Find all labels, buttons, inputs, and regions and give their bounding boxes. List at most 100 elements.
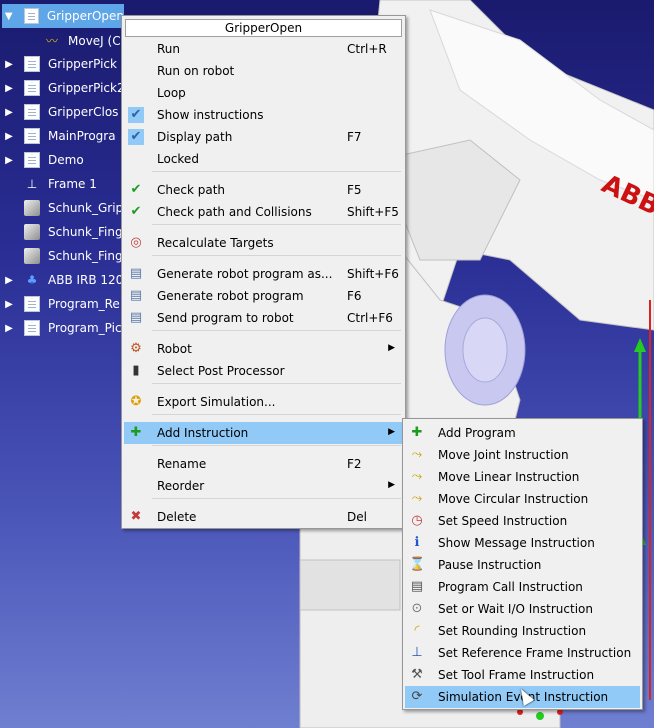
- tree-item[interactable]: ⊥ Frame 1: [2, 172, 97, 196]
- tree-item-label: GripperPick: [48, 57, 117, 71]
- tree-item-label: Schunk_Fing: [48, 225, 123, 239]
- menu-item-shortcut: Del: [347, 510, 367, 524]
- menu-item-shortcut: Ctrl+R: [347, 42, 387, 56]
- tree-item[interactable]: ▶ GripperPick2: [2, 76, 125, 100]
- menu-item-label: Run: [157, 42, 181, 56]
- menu-item-generate-robot-program[interactable]: ▤ Generate robot program F6: [124, 285, 403, 307]
- expand-arrow-icon[interactable]: ▶: [4, 323, 14, 334]
- menu-item-label: Check path and Collisions: [157, 205, 312, 219]
- menu-item-run[interactable]: Run Ctrl+R: [124, 38, 403, 60]
- submenu-item-set-tool-frame-instruction[interactable]: ⚒ Set Tool Frame Instruction: [405, 664, 640, 686]
- submenu-item-label: Set Speed Instruction: [438, 514, 568, 528]
- expand-arrow-icon[interactable]: ▶: [4, 107, 14, 118]
- menu-item-label: Rename: [157, 457, 207, 471]
- submenu-arrow-icon: ▶: [388, 427, 395, 437]
- submenu-item-label: Set Rounding Instruction: [438, 624, 587, 638]
- submenu-item-program-call-instruction[interactable]: ▤ Program Call Instruction: [405, 576, 640, 598]
- tree-item-label: ABB IRB 120: [48, 273, 124, 287]
- move-circular-icon: ⤳: [411, 491, 423, 506]
- tree-item[interactable]: ▶ Program_Re: [2, 292, 120, 316]
- green-plus-icon: ✚: [130, 425, 142, 440]
- menu-separator: [152, 330, 401, 331]
- menu-item-display-path[interactable]: ✔ Display path F7: [124, 126, 403, 148]
- menu-item-loop[interactable]: Loop: [124, 82, 403, 104]
- menu-separator: [152, 171, 401, 172]
- tree-item[interactable]: ▶ Program_Pic: [2, 316, 122, 340]
- menu-item-rename[interactable]: Rename F2: [124, 453, 403, 475]
- expand-arrow-icon[interactable]: ▶: [4, 83, 14, 94]
- submenu-item-label: Move Joint Instruction: [438, 448, 569, 462]
- tree-item[interactable]: ▶ Demo: [2, 148, 84, 172]
- tree-item[interactable]: ▶ GripperPick: [2, 52, 117, 76]
- submenu-item-set-speed-instruction[interactable]: ◷ Set Speed Instruction: [405, 510, 640, 532]
- collapse-arrow-icon[interactable]: ▼: [4, 11, 14, 22]
- submenu-item-set-rounding-instruction[interactable]: ◜ Set Rounding Instruction: [405, 620, 640, 642]
- submenu-item-move-linear-instruction[interactable]: ⤳ Move Linear Instruction: [405, 466, 640, 488]
- menu-item-check-path[interactable]: ✔ Check path F5: [124, 179, 403, 201]
- green-check-icon: ✔: [130, 182, 142, 197]
- program-doc-icon: [24, 56, 40, 72]
- tree-item[interactable]: 〰 MoveJ (C: [2, 29, 121, 53]
- program-doc-icon: [24, 128, 40, 144]
- submenu-item-add-program[interactable]: ✚ Add Program: [405, 422, 640, 444]
- submenu-item-label: Move Linear Instruction: [438, 470, 580, 484]
- menu-item-show-instructions[interactable]: ✔ Show instructions: [124, 104, 403, 126]
- menu-item-check-path-and-collisions[interactable]: ✔ Check path and Collisions Shift+F5: [124, 201, 403, 223]
- hourglass-icon: ⌛: [409, 557, 426, 572]
- menu-item-generate-robot-program-as[interactable]: ▤ Generate robot program as... Shift+F6: [124, 263, 403, 285]
- frame-icon: ⊥: [26, 177, 38, 191]
- tree-item[interactable]: Schunk_Fing: [2, 244, 123, 268]
- program-doc-icon: [23, 8, 39, 24]
- delete-x-icon: ✖: [130, 509, 142, 524]
- expand-arrow-icon[interactable]: ▶: [4, 275, 14, 286]
- submenu-item-move-circular-instruction[interactable]: ⤳ Move Circular Instruction: [405, 488, 640, 510]
- menu-item-delete[interactable]: ✖ Delete Del: [124, 506, 403, 528]
- document-icon: ▤: [129, 310, 143, 325]
- submenu-item-label: Set or Wait I/O Instruction: [438, 602, 593, 616]
- add-program-icon: ✚: [411, 425, 423, 440]
- submenu-item-label: Set Tool Frame Instruction: [438, 668, 595, 682]
- tree-item[interactable]: Schunk_Fing: [2, 220, 123, 244]
- export-simulation-icon: ✪: [130, 394, 142, 409]
- checkmark-icon: ✔: [128, 129, 144, 145]
- tree-item[interactable]: ▶ MainProgra: [2, 124, 116, 148]
- submenu-item-move-joint-instruction[interactable]: ⤳ Move Joint Instruction: [405, 444, 640, 466]
- program-doc-icon: [24, 152, 40, 168]
- expand-arrow-icon[interactable]: ▶: [4, 299, 14, 310]
- submenu-item-pause-instruction[interactable]: ⌛ Pause Instruction: [405, 554, 640, 576]
- expand-arrow-icon[interactable]: ▶: [4, 131, 14, 142]
- menu-item-label: Loop: [157, 86, 186, 100]
- program-doc-icon: [24, 80, 40, 96]
- tree-item[interactable]: ▶ ♣ ABB IRB 120: [2, 268, 123, 292]
- menu-item-select-post-processor[interactable]: ▮ Select Post Processor: [124, 360, 403, 382]
- menu-item-run-on-robot[interactable]: Run on robot: [124, 60, 403, 82]
- menu-item-label: Add Instruction: [157, 426, 249, 440]
- menu-item-robot[interactable]: ⚙ Robot ▶: [124, 338, 403, 360]
- tree-item[interactable]: ▶ GripperClos: [2, 100, 118, 124]
- menu-item-label: Generate robot program: [157, 289, 304, 303]
- submenu-item-label: Move Circular Instruction: [438, 492, 589, 506]
- tree-item[interactable]: ▼ GripperOpen: [2, 4, 124, 28]
- tree-item-label: Frame 1: [48, 177, 97, 191]
- menu-item-recalculate-targets[interactable]: ◎ Recalculate Targets: [124, 232, 403, 254]
- menu-item-add-instruction[interactable]: ✚ Add Instruction ▶: [124, 422, 403, 444]
- submenu-item-show-message-instruction[interactable]: ℹ Show Message Instruction: [405, 532, 640, 554]
- menu-item-shortcut: F2: [347, 457, 362, 471]
- menu-item-label: Send program to robot: [157, 311, 294, 325]
- submenu-item-label: Set Reference Frame Instruction: [438, 646, 632, 660]
- menu-item-label: Show instructions: [157, 108, 264, 122]
- menu-item-export-simulation[interactable]: ✪ Export Simulation...: [124, 391, 403, 413]
- menu-item-reorder[interactable]: Reorder ▶: [124, 475, 403, 497]
- submenu-item-set-reference-frame-instruction[interactable]: ⊥ Set Reference Frame Instruction: [405, 642, 640, 664]
- expand-arrow-icon[interactable]: ▶: [4, 59, 14, 70]
- menu-item-send-program-to-robot[interactable]: ▤ Send program to robot Ctrl+F6: [124, 307, 403, 329]
- menu-item-shortcut: F5: [347, 183, 362, 197]
- menu-item-locked[interactable]: Locked: [124, 148, 403, 170]
- movej-icon: 〰: [45, 34, 58, 48]
- menu-item-label: Delete: [157, 510, 197, 524]
- speed-gauge-icon: ◷: [411, 513, 423, 528]
- expand-arrow-icon[interactable]: ▶: [4, 155, 14, 166]
- submenu-item-set-or-wait-i-o-instruction[interactable]: ⊙ Set or Wait I/O Instruction: [405, 598, 640, 620]
- robot-icon: ⚙: [130, 341, 142, 356]
- tree-item[interactable]: Schunk_Grip: [2, 196, 123, 220]
